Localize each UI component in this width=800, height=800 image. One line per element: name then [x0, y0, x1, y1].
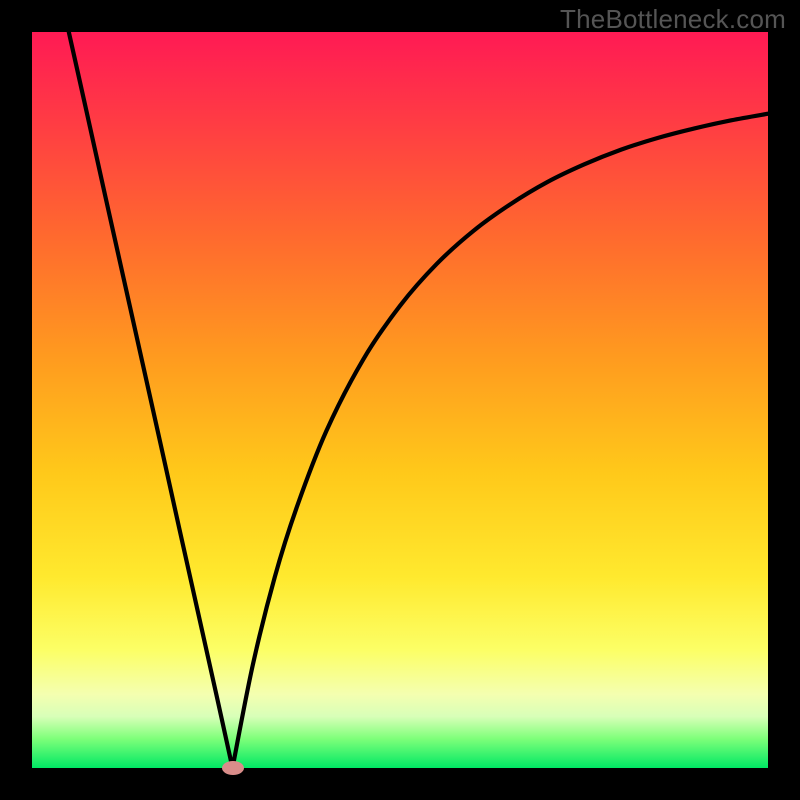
bottleneck-curve [32, 32, 768, 768]
minimum-marker [222, 761, 244, 775]
watermark-text: TheBottleneck.com [560, 4, 786, 35]
plot-area [32, 32, 768, 768]
curve-path [69, 32, 768, 768]
chart-frame: TheBottleneck.com [0, 0, 800, 800]
